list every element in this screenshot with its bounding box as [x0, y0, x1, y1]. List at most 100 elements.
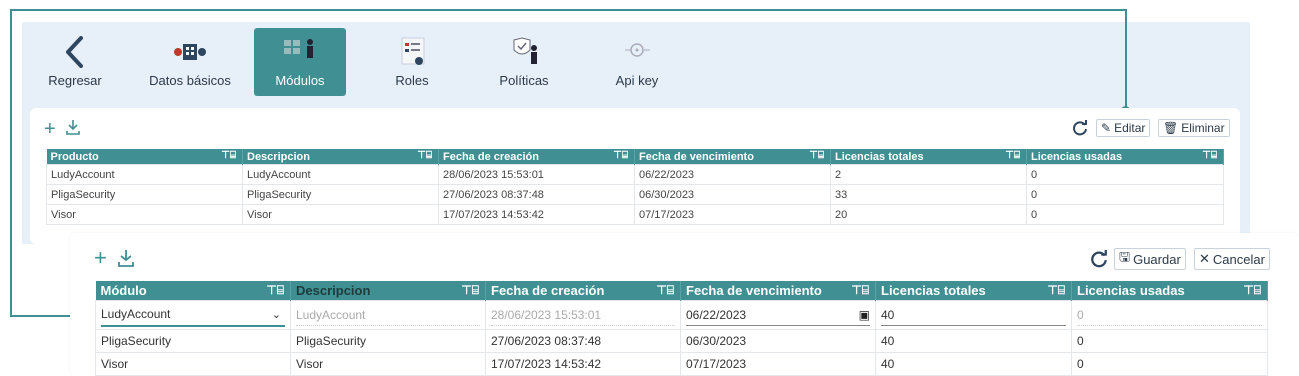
expiry-date-input[interactable]: 06/22/2023 ▣: [686, 305, 870, 326]
table-cell: PligaSecurity: [290, 329, 486, 353]
nav-back[interactable]: Regresar: [40, 28, 110, 96]
used-cell: 0: [1071, 300, 1268, 330]
api-key-icon: [625, 43, 650, 57]
total-cell: 40: [875, 300, 1072, 330]
nav-label: Datos básicos: [149, 73, 231, 88]
editing-row[interactable]: LudyAccount ⌄ LudyAccount 28/06/2023 15:…: [95, 300, 1268, 330]
table-row[interactable]: LudyAccount LudyAccount 28/06/2023 15:53…: [46, 164, 1224, 185]
column-header[interactable]: Módulo ⊤⌸: [95, 281, 291, 301]
cancel-button[interactable]: ✕ Cancelar: [1194, 248, 1270, 270]
connector-line: [1125, 9, 1127, 111]
module-nav: Regresar Datos básicos Módulos Roles Pol…: [22, 26, 722, 98]
created-cell: 28/06/2023 15:53:01: [485, 300, 681, 330]
table-row[interactable]: Visor Visor 17/07/2023 14:53:42 07/17/20…: [95, 352, 1268, 376]
basic-data-icon: [174, 44, 206, 60]
filter-icon[interactable]: ⊤⌸: [1047, 283, 1065, 298]
filter-icon[interactable]: ⊤⌸: [266, 283, 284, 298]
table-cell: 17/07/2023 14:53:42: [438, 204, 635, 225]
column-header[interactable]: Licencias usadas ⊤⌸: [1026, 149, 1224, 165]
filter-icon[interactable]: ⊤⌸: [656, 283, 674, 298]
column-header[interactable]: Fecha de creación ⊤⌸: [438, 149, 635, 165]
filter-icon[interactable]: ⊤⌸: [461, 283, 479, 298]
table-cell: 40: [875, 352, 1072, 376]
nav-basic-data[interactable]: Datos básicos: [140, 28, 240, 96]
edit-card: + 🖫 Guardar ✕ Cancelar Módulo ⊤⌸ Descripc…: [70, 233, 1299, 376]
nav-api-key[interactable]: Api key: [600, 28, 674, 96]
total-licenses-input[interactable]: 40: [881, 305, 1066, 326]
table-cell: PligaSecurity: [242, 184, 439, 205]
filter-icon[interactable]: ⊤⌸: [221, 150, 236, 161]
back-arrow-icon: [66, 36, 83, 68]
column-header[interactable]: Producto ⊤⌸: [46, 149, 243, 165]
module-select[interactable]: LudyAccount ⌄: [101, 303, 285, 327]
column-header[interactable]: Descripcion ⊤⌸: [290, 281, 486, 301]
table-cell: 2: [830, 164, 1027, 185]
table-cell: 07/17/2023: [680, 352, 876, 376]
column-header[interactable]: Fecha de vencimiento ⊤⌸: [680, 281, 876, 301]
total-licenses-value: 40: [881, 307, 895, 322]
table-row[interactable]: PligaSecurity PligaSecurity 27/06/2023 0…: [95, 329, 1268, 353]
table-header-row: Módulo ⊤⌸ Descripcion ⊤⌸ Fecha de creación…: [95, 281, 1268, 301]
modules-card: + ✎ Editar 🗑 Eliminar Producto ⊤⌸ Descrip…: [30, 108, 1240, 244]
filter-icon[interactable]: ⊤⌸: [1243, 283, 1261, 298]
table-cell: Visor: [95, 352, 291, 376]
table-cell: 07/17/2023: [634, 204, 831, 225]
column-header[interactable]: Descripcion ⊤⌸: [242, 149, 439, 165]
table-cell: LudyAccount: [242, 164, 439, 185]
save-icon: 🖫: [1119, 249, 1131, 264]
table-cell: 0: [1071, 352, 1268, 376]
pencil-icon: ✎: [1101, 121, 1112, 135]
save-label: Guardar: [1133, 251, 1181, 267]
table-cell: Visor: [46, 204, 243, 225]
column-header[interactable]: Licencias usadas ⊤⌸: [1071, 281, 1268, 301]
nav-roles[interactable]: Roles: [377, 28, 447, 96]
table-row[interactable]: Visor Visor 17/07/2023 14:53:42 07/17/20…: [46, 204, 1224, 225]
table-cell: PligaSecurity: [95, 329, 291, 353]
nav-modules[interactable]: Módulos: [254, 28, 346, 96]
table-row[interactable]: PligaSecurity PligaSecurity 27/06/2023 0…: [46, 184, 1224, 205]
edit-button[interactable]: ✎ Editar: [1096, 119, 1151, 137]
nav-label: Api key: [615, 73, 659, 88]
table-cell: LudyAccount: [46, 164, 243, 185]
column-header[interactable]: Fecha de vencimiento ⊤⌸: [634, 149, 831, 165]
nav-label: Módulos: [275, 73, 325, 88]
add-icon[interactable]: +: [44, 119, 56, 139]
table-cell: 0: [1026, 184, 1224, 205]
filter-icon[interactable]: ⊤⌸: [809, 150, 824, 161]
policies-icon: [513, 37, 537, 64]
used-licenses-field: 0: [1077, 305, 1262, 326]
refresh-icon[interactable]: [1090, 250, 1108, 271]
roles-icon: [401, 37, 425, 65]
download-icon[interactable]: [118, 249, 134, 270]
filter-icon[interactable]: ⊤⌸: [613, 150, 628, 161]
table-cell: Visor: [242, 204, 439, 225]
module-cell: LudyAccount ⌄: [95, 300, 291, 330]
delete-button[interactable]: 🗑 Eliminar: [1158, 119, 1230, 137]
delete-label: Eliminar: [1181, 121, 1225, 135]
column-header[interactable]: Licencias totales ⊤⌸: [830, 149, 1027, 165]
filter-icon[interactable]: ⊤⌸: [417, 150, 432, 161]
column-header[interactable]: Fecha de creación ⊤⌸: [485, 281, 681, 301]
save-button[interactable]: 🖫 Guardar: [1114, 248, 1186, 270]
edit-label: Editar: [1114, 121, 1146, 135]
nav-policies[interactable]: Políticas: [487, 28, 561, 96]
expires-cell: 06/22/2023 ▣: [680, 300, 876, 330]
table-cell: 06/22/2023: [634, 164, 831, 185]
table-cell: 27/06/2023 08:37:48: [485, 329, 681, 353]
created-field: 28/06/2023 15:53:01: [491, 305, 675, 326]
calendar-icon[interactable]: ▣: [859, 305, 870, 325]
refresh-icon[interactable]: [1072, 120, 1088, 139]
add-icon[interactable]: +: [94, 247, 107, 269]
filter-icon[interactable]: ⊤⌸: [1202, 150, 1217, 161]
download-icon[interactable]: [66, 119, 80, 138]
table-cell: 28/06/2023 15:53:01: [438, 164, 635, 185]
column-header[interactable]: Licencias totales ⊤⌸: [875, 281, 1072, 301]
table-cell: 0: [1026, 204, 1224, 225]
nav-label: Regresar: [48, 73, 102, 88]
cancel-label: Cancelar: [1212, 251, 1265, 267]
filter-icon[interactable]: ⊤⌸: [851, 283, 869, 298]
edit-modules-table: Módulo ⊤⌸ Descripcion ⊤⌸ Fecha de creación…: [95, 281, 1268, 376]
filter-icon[interactable]: ⊤⌸: [1005, 150, 1020, 161]
modules-table: Producto ⊤⌸ Descripcion ⊤⌸ Fecha de creaci…: [46, 149, 1224, 225]
table-cell: 0: [1071, 329, 1268, 353]
